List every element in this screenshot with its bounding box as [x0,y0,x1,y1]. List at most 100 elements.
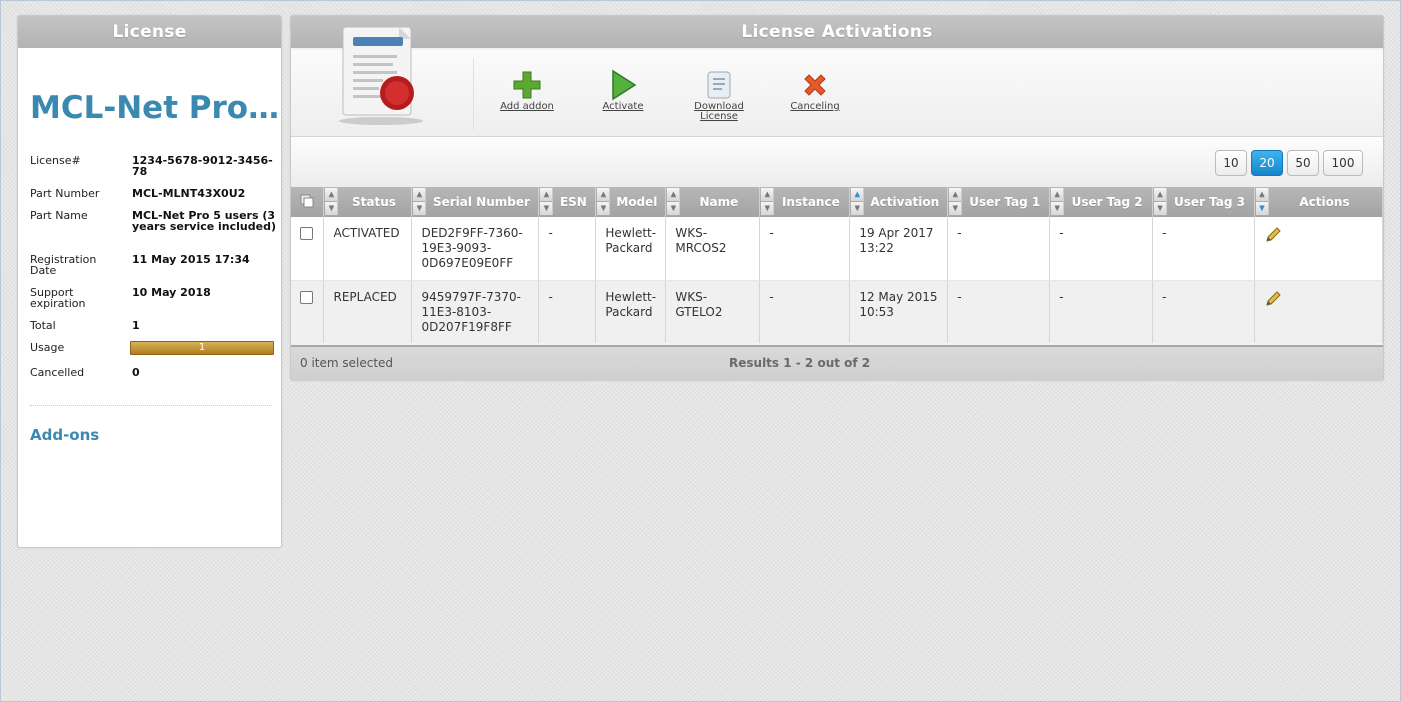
column-header-name[interactable]: ▲ ▼ Name [665,187,761,217]
cancel-x-icon [775,68,855,102]
add-addon-label: Add addon [500,101,554,112]
sort-arrows-icon[interactable]: ▲ ▼ [949,188,963,216]
field-label: Part Number [30,187,100,200]
page-size-20[interactable]: 20 [1251,150,1283,176]
download-license-label: Download License [679,102,759,122]
table-footer: 0 item selected Results 1 - 2 out of 2 [291,345,1383,381]
cell-name: WKS-MRCOS2 [665,217,761,281]
column-label: User Tag 1 [969,195,1041,209]
cell-actions [1254,280,1383,343]
cell-user-tag-3: - [1152,280,1255,343]
usage-bar-label: 1 [198,342,206,353]
field-label: Cancelled [30,366,85,379]
table-row[interactable]: REPLACED 9459797F-7370-11E3-8103-0D207F1… [291,280,1383,343]
cell-user-tag-2: - [1049,217,1154,281]
row-checkbox[interactable] [300,291,313,304]
activate-label: Activate [602,101,644,112]
cell-status: ACTIVATED [323,217,413,281]
field-value: 10 May 2018 [132,286,211,299]
field-label: Usage [30,341,65,354]
sort-arrows-icon[interactable]: ▲ ▼ [761,188,775,216]
download-license-button[interactable]: Download License [679,68,759,122]
add-addon-button[interactable]: Add addon [487,68,567,112]
canceling-button[interactable]: Canceling [775,68,855,112]
add-icon [487,68,567,102]
selected-count: 0 item selected [300,356,394,370]
activations-panel: License Activations Add addon Activate D… [290,15,1384,381]
cell-status: REPLACED [323,280,413,343]
column-header-activation[interactable]: ▲ ▼ Activation [849,187,949,217]
activate-button[interactable]: Activate [583,68,663,112]
sort-arrows-icon[interactable]: ▲ ▼ [325,188,339,216]
activations-table: ▲ ▼ Status ▲ ▼ Serial Number ▲ ▼ ESN ▲ ▼ Model ▲… [291,187,1383,343]
edit-pencil-icon[interactable] [1264,227,1282,247]
toolbar-divider [473,58,474,130]
column-label: Activation [870,195,940,209]
row-select-cell [291,280,325,343]
sort-arrows-icon[interactable]: ▲ ▼ [667,188,681,216]
field-label: Registration Date [30,253,97,277]
activations-panel-title: License Activations [291,16,1383,48]
column-header-user-tag-2[interactable]: ▲ ▼ User Tag 2 [1049,187,1154,217]
cell-activation: 19 Apr 2017 13:22 [849,217,949,281]
row-select-cell [291,217,325,281]
cell-esn: - [538,280,597,343]
column-header-serial[interactable]: ▲ ▼ Serial Number [411,187,540,217]
column-header-status[interactable]: ▲ ▼ Status [323,187,413,217]
select-all-header[interactable] [291,187,325,217]
page-size-10[interactable]: 10 [1215,150,1247,176]
column-label: Serial Number [432,195,530,209]
cell-model: Hewlett-Packard [595,280,667,343]
download-scroll-icon [679,68,759,102]
cell-instance: - [759,280,851,343]
field-value: MCL-MLNT43X0U2 [132,187,246,200]
column-header-instance[interactable]: ▲ ▼ Instance [759,187,851,217]
cell-model: Hewlett-Packard [595,217,667,281]
field-label: Total [30,319,56,332]
sort-arrows-icon[interactable]: ▲ ▼ [1051,188,1065,216]
column-header-user-tag-1[interactable]: ▲ ▼ User Tag 1 [947,187,1051,217]
cell-serial: 9459797F-7370-11E3-8103-0D207F19F8FF [411,280,540,343]
product-name: MCL-Net Pro… [30,90,280,126]
sort-arrows-icon[interactable]: ▲ ▼ [413,188,427,216]
column-label: User Tag 2 [1071,195,1143,209]
cell-serial: DED2F9FF-7360-19E3-9093-0D697E09E0FF [411,217,540,281]
edit-pencil-icon[interactable] [1264,291,1282,311]
select-all-icon[interactable] [300,194,314,211]
column-header-esn[interactable]: ▲ ▼ ESN [538,187,597,217]
certificate-icon [337,23,429,136]
page-size-bar: 10 20 50 100 [291,137,1383,187]
download-label-line2: License [700,111,738,122]
sort-arrows-icon[interactable]: ▲ ▼ [597,188,611,216]
field-label: License# [30,154,81,167]
field-label: Part Name [30,209,88,222]
table-row[interactable]: ACTIVATED DED2F9FF-7360-19E3-9093-0D697E… [291,217,1383,281]
cell-user-tag-1: - [947,280,1051,343]
results-summary: Results 1 - 2 out of 2 [729,356,871,370]
field-value: 11 May 2015 17:34 [132,253,250,266]
column-header-user-tag-3[interactable]: ▲ ▼ User Tag 3 [1152,187,1255,217]
cell-name: WKS-GTELO2 [665,280,761,343]
column-label: User Tag 3 [1174,195,1246,209]
column-header-actions: ▲ ▼ Actions [1254,187,1383,217]
sort-arrows-icon[interactable]: ▲ ▼ [1154,188,1168,216]
page-size-50[interactable]: 50 [1287,150,1319,176]
cell-esn: - [538,217,597,281]
column-header-model[interactable]: ▲ ▼ Model [595,187,667,217]
cell-instance: - [759,217,851,281]
divider [30,405,272,406]
sort-arrows-icon[interactable]: ▲ ▼ [1256,188,1269,216]
license-panel: License MCL-Net Pro… License# 1234-5678-… [17,15,282,548]
sort-arrows-icon[interactable]: ▲ ▼ [540,188,554,216]
field-value: 0 [132,366,140,379]
sort-arrows-icon[interactable]: ▲ ▼ [851,188,865,216]
field-value: 1234-5678-9012-3456-78 [132,154,273,178]
toolbar: Add addon Activate Download License Canc… [291,26,1383,137]
row-checkbox[interactable] [300,227,313,240]
page-size-100[interactable]: 100 [1323,150,1363,176]
license-panel-title: License [18,16,281,48]
play-icon [583,68,663,102]
cell-user-tag-3: - [1152,217,1255,281]
cell-user-tag-2: - [1049,280,1154,343]
addons-heading[interactable]: Add-ons [30,426,99,444]
